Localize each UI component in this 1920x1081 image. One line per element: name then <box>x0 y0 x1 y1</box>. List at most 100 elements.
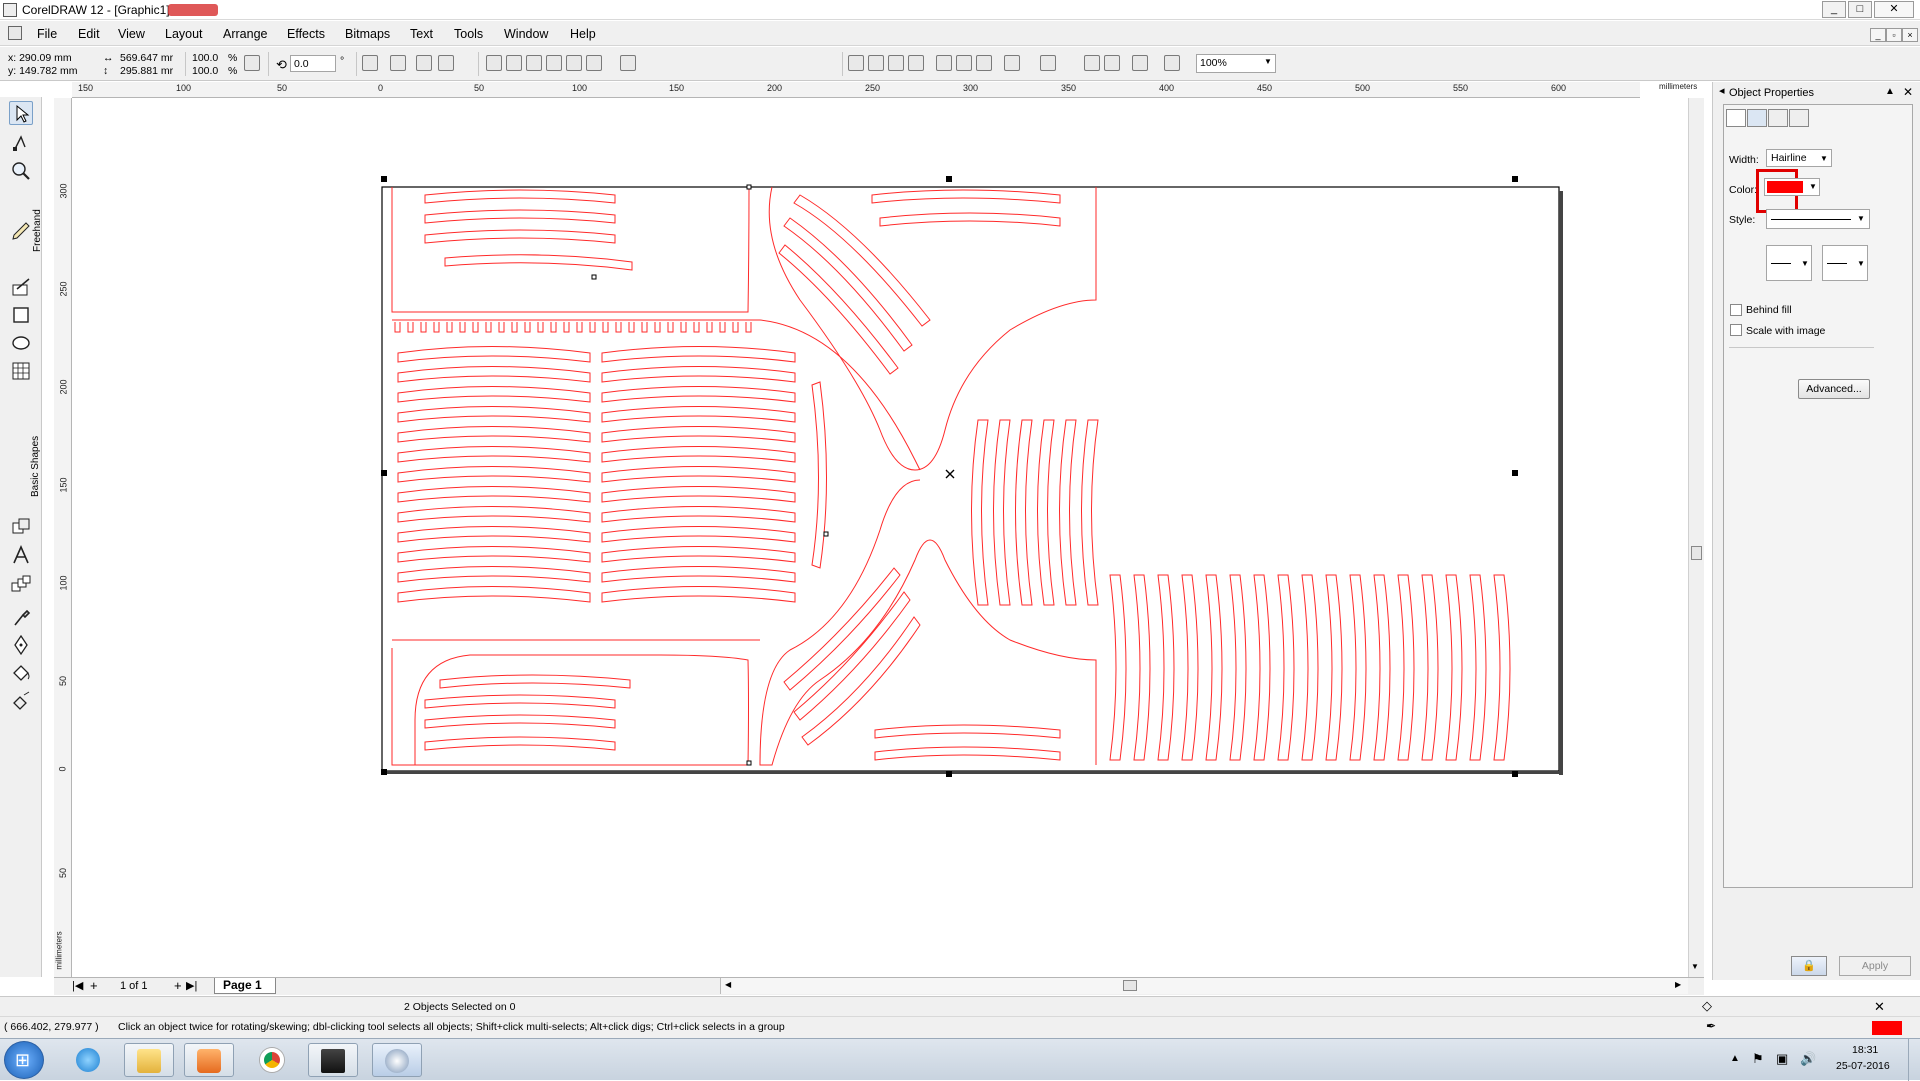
copy-icon[interactable] <box>956 55 972 71</box>
menu-tools[interactable]: Tools <box>454 27 483 41</box>
clock-time[interactable]: 18:31 <box>1852 1044 1878 1056</box>
back-minus-front-icon[interactable] <box>586 55 602 71</box>
menu-window[interactable]: Window <box>504 27 548 41</box>
taskbar-coreldraw[interactable] <box>372 1043 422 1077</box>
drawing-canvas[interactable] <box>72 98 1688 978</box>
document-icon[interactable] <box>8 26 22 40</box>
interactive-fill-bucket-tool[interactable] <box>9 689 33 713</box>
vertical-scroll-thumb[interactable] <box>1691 546 1702 560</box>
text-tool[interactable] <box>9 543 33 567</box>
end-arrowhead-select[interactable]: ▼ <box>1822 245 1868 281</box>
graph-paper-tool[interactable] <box>9 359 33 383</box>
close-button[interactable]: ✕ <box>1874 1 1914 18</box>
behind-fill-checkbox[interactable] <box>1730 304 1742 316</box>
ungroup-all-icon[interactable] <box>438 55 454 71</box>
open-icon[interactable] <box>868 55 884 71</box>
horizontal-scroll-thumb[interactable] <box>1123 980 1137 991</box>
lock-button[interactable]: 🔒 <box>1791 956 1827 976</box>
menu-arrange[interactable]: Arrange <box>223 27 267 41</box>
shape-tool[interactable] <box>9 131 33 155</box>
menu-help[interactable]: Help <box>570 27 596 41</box>
docker-close-icon[interactable]: ✕ <box>1903 85 1913 99</box>
vertical-scrollbar[interactable]: ▼ <box>1688 98 1704 978</box>
fill-tab-icon[interactable] <box>1726 109 1746 127</box>
print-icon[interactable] <box>908 55 924 71</box>
add-page-before-icon[interactable]: + <box>90 978 98 993</box>
outline-tool[interactable] <box>9 633 33 657</box>
front-minus-back-icon[interactable] <box>566 55 582 71</box>
network-icon[interactable]: ▣ <box>1776 1051 1788 1067</box>
scroll-right-arrow-icon[interactable]: ▶ <box>1675 980 1681 989</box>
start-arrow-dropdown-icon[interactable]: ▼ <box>1801 259 1809 268</box>
docker-collapse-icon[interactable]: ▲ <box>1885 86 1895 97</box>
trim-icon[interactable] <box>506 55 522 71</box>
doc-close-button[interactable]: × <box>1902 28 1918 42</box>
taskbar-explorer[interactable] <box>124 1043 174 1077</box>
general-tab-icon[interactable] <box>1768 109 1788 127</box>
export-icon[interactable] <box>1104 55 1120 71</box>
application-launcher-icon[interactable] <box>1132 55 1148 71</box>
minimize-button[interactable]: _ <box>1822 1 1846 18</box>
ellipse-tool[interactable] <box>9 331 33 355</box>
group-icon[interactable] <box>390 55 406 71</box>
ungroup-icon[interactable] <box>416 55 432 71</box>
taskbar-chrome[interactable] <box>248 1043 298 1077</box>
interactive-blend-tool[interactable] <box>9 515 33 539</box>
outline-color-picker[interactable]: ▼ <box>1764 178 1820 196</box>
horizontal-scrollbar[interactable]: ◀ ▶ <box>720 978 1688 994</box>
y-position-field[interactable]: y: 149.782 mm <box>8 65 77 77</box>
doc-minimize-button[interactable]: _ <box>1870 28 1886 42</box>
taskbar-ie[interactable] <box>64 1043 114 1077</box>
taskbar-inkscape[interactable] <box>308 1043 358 1077</box>
zoom-dropdown-arrow-icon[interactable]: ▼ <box>1264 57 1272 66</box>
coreldraw-app-icon[interactable] <box>3 3 17 17</box>
corel-online-icon[interactable] <box>1164 55 1180 71</box>
x-position-field[interactable]: x: 290.09 mm <box>8 52 72 64</box>
advanced-button[interactable]: Advanced... <box>1798 379 1870 399</box>
show-hidden-icons-icon[interactable]: ▲ <box>1730 1053 1740 1064</box>
apply-button[interactable]: Apply <box>1839 956 1911 976</box>
menu-text[interactable]: Text <box>410 27 433 41</box>
new-icon[interactable] <box>848 55 864 71</box>
interactive-fill-tool[interactable] <box>9 573 33 597</box>
freehand-tool[interactable] <box>9 219 33 243</box>
action-center-flag-icon[interactable]: ⚑ <box>1752 1051 1764 1067</box>
color-dropdown-arrow-icon[interactable]: ▼ <box>1809 182 1817 191</box>
fill-tool[interactable] <box>9 661 33 685</box>
eyedropper-tool[interactable] <box>9 605 33 629</box>
weld-icon[interactable] <box>486 55 502 71</box>
menu-view[interactable]: View <box>118 27 145 41</box>
end-arrow-dropdown-icon[interactable]: ▼ <box>1857 259 1865 268</box>
menu-edit[interactable]: Edit <box>78 27 100 41</box>
scale-y-field[interactable]: 100.0 <box>192 65 218 77</box>
style-dropdown-arrow-icon[interactable]: ▼ <box>1857 214 1865 223</box>
save-icon[interactable] <box>888 55 904 71</box>
menu-layout[interactable]: Layout <box>165 27 203 41</box>
outline-tab-icon[interactable] <box>1747 109 1767 127</box>
start-button[interactable]: ⊞ <box>4 1041 44 1079</box>
scale-x-field[interactable]: 100.0 <box>192 52 218 64</box>
menu-bitmaps[interactable]: Bitmaps <box>345 27 390 41</box>
cut-icon[interactable] <box>936 55 952 71</box>
detail-tab-icon[interactable] <box>1789 109 1809 127</box>
zoom-tool[interactable] <box>9 159 33 183</box>
first-page-icon[interactable]: |◀ <box>72 979 83 992</box>
scroll-left-arrow-icon[interactable]: ◀ <box>725 980 731 989</box>
smart-fill-tool[interactable] <box>9 275 33 299</box>
rotation-input[interactable]: 0.0 <box>290 55 336 72</box>
undo-icon[interactable] <box>1004 55 1020 71</box>
show-desktop-button[interactable] <box>1908 1039 1920 1081</box>
taskbar-media-player[interactable] <box>184 1043 234 1077</box>
scroll-down-arrow-icon[interactable]: ▼ <box>1691 962 1699 971</box>
menu-effects[interactable]: Effects <box>287 27 325 41</box>
object-width-field[interactable]: 569.647 mr <box>120 52 173 64</box>
outline-style-select[interactable]: ▼ <box>1766 209 1870 229</box>
pick-tool[interactable] <box>9 101 33 125</box>
last-page-icon[interactable]: ▶| <box>186 979 197 992</box>
simplify-icon[interactable] <box>546 55 562 71</box>
width-dropdown-arrow-icon[interactable]: ▼ <box>1820 154 1828 163</box>
lock-ratio-icon[interactable] <box>244 55 260 71</box>
create-boundary-icon[interactable] <box>620 55 636 71</box>
clock-date[interactable]: 25-07-2016 <box>1836 1060 1890 1072</box>
start-arrowhead-select[interactable]: ▼ <box>1766 245 1812 281</box>
